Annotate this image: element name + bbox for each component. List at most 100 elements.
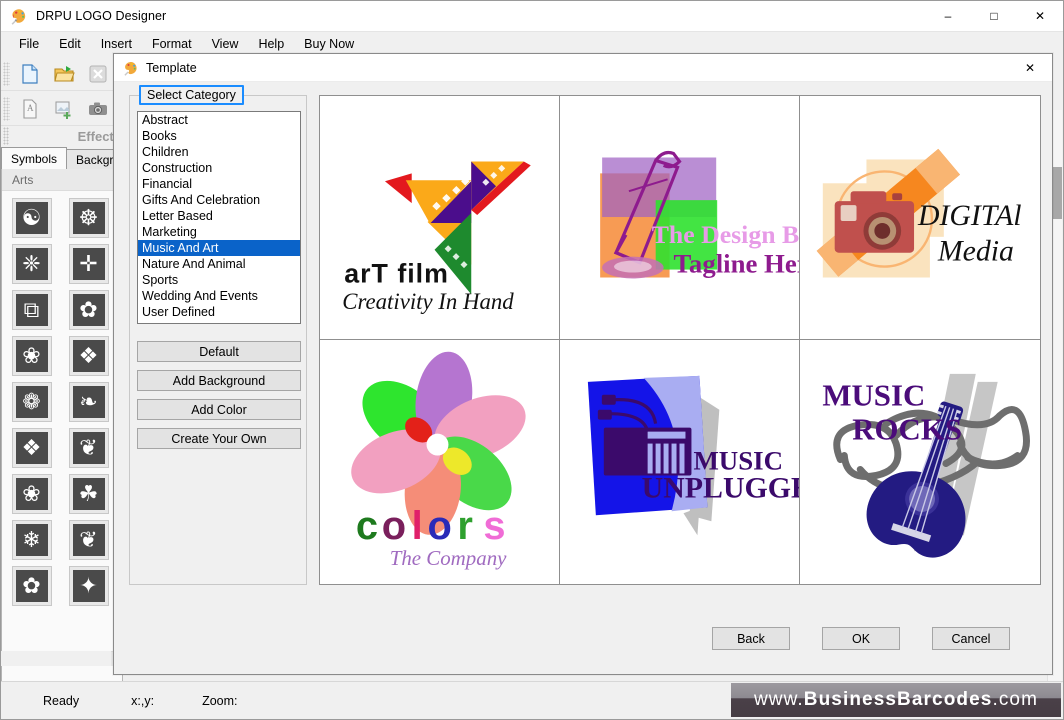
effects-panel-label: Effects — [77, 128, 121, 144]
category-item-nature-and-animal[interactable]: Nature And Animal — [138, 256, 300, 272]
symbol-item[interactable]: ❄ — [4, 517, 59, 563]
symbol-glyph-icon: ❖ — [11, 428, 52, 468]
template-thumbnail-music-rocks[interactable]: MUSIC ROCKS — [800, 340, 1040, 584]
symbol-item[interactable]: ✛ — [61, 241, 116, 287]
symbol-glyph-icon: ✿ — [11, 566, 52, 606]
brand-main: BusinessBarcodes — [803, 689, 993, 710]
menu-help[interactable]: Help — [248, 34, 294, 54]
menu-edit[interactable]: Edit — [49, 34, 91, 54]
symbol-item[interactable]: ⧉ — [4, 287, 59, 333]
menu-view[interactable]: View — [202, 34, 249, 54]
symbol-item[interactable]: ❦ — [61, 517, 116, 563]
music-unplugged-logo: MUSIC UNPLUGGED — [587, 375, 799, 536]
symbol-glyph-icon: ⧉ — [11, 290, 52, 330]
category-item-gifts-and-celebration[interactable]: Gifts And Celebration — [138, 192, 300, 208]
art-film-logo: arT film Creativity In Hand — [342, 161, 531, 314]
symbol-item[interactable]: ☯ — [4, 195, 59, 241]
tab-symbols[interactable]: Symbols — [1, 147, 68, 170]
dialog-close-button[interactable]: ✕ — [1008, 54, 1052, 82]
template-thumbnail-digital-media[interactable]: DIGITAl Media — [800, 96, 1040, 340]
symbol-glyph-icon: ✛ — [68, 244, 109, 284]
symbol-item[interactable]: ❖ — [61, 333, 116, 379]
template-dialog: Template ✕ Select Category Abstract Book… — [113, 53, 1053, 675]
create-your-own-button[interactable]: Create Your Own — [137, 428, 301, 449]
svg-text:The Company: The Company — [390, 546, 507, 570]
add-color-button[interactable]: Add Color — [137, 399, 301, 420]
new-document-icon[interactable] — [15, 59, 45, 89]
add-background-button[interactable]: Add Background — [137, 370, 301, 391]
symbol-glyph-icon: ❧ — [68, 382, 109, 422]
symbol-item[interactable]: ❖ — [4, 425, 59, 471]
cancel-button[interactable]: Cancel — [932, 627, 1010, 650]
category-item-music-and-art[interactable]: Music And Art — [138, 240, 300, 256]
svg-text:MUSIC: MUSIC — [822, 378, 925, 413]
status-zoom-label: Zoom: — [202, 693, 238, 708]
symbol-glyph-icon: ❄ — [11, 520, 52, 560]
svg-text:arT film: arT film — [344, 258, 449, 288]
brand-prefix: www. — [753, 689, 804, 710]
svg-text:Tagline Here: Tagline Here — [674, 249, 799, 279]
symbol-item[interactable]: ✿ — [61, 287, 116, 333]
menu-format[interactable]: Format — [142, 34, 202, 54]
close-document-icon[interactable] — [83, 59, 113, 89]
symbol-item[interactable]: ❈ — [4, 241, 59, 287]
category-item-user-defined[interactable]: User Defined — [138, 304, 300, 320]
camera-icon[interactable] — [83, 94, 113, 124]
symbol-item[interactable]: ❦ — [61, 425, 116, 471]
category-listbox[interactable]: Abstract Books Children Construction Fin… — [137, 111, 301, 324]
template-thumbnail-music-unplugged[interactable]: MUSIC UNPLUGGED — [560, 340, 800, 584]
digital-media-logo: DIGITAl Media — [816, 148, 1022, 278]
symbol-item[interactable]: ☘ — [61, 471, 116, 517]
toolbar-grip-icon[interactable] — [3, 96, 10, 121]
svg-text:The Design Bag: The Design Bag — [652, 220, 799, 249]
template-gallery: arT film Creativity In Hand The Design B… — [319, 95, 1041, 585]
menu-file[interactable]: File — [9, 34, 49, 54]
insert-image-icon[interactable] — [49, 94, 79, 124]
minimize-button[interactable]: – — [925, 1, 971, 32]
symbol-item[interactable]: ❀ — [4, 333, 59, 379]
svg-text:A: A — [27, 103, 34, 113]
category-item-construction[interactable]: Construction — [138, 160, 300, 176]
symbol-glyph-icon: ❀ — [11, 336, 52, 376]
template-thumbnail-art-film[interactable]: arT film Creativity In Hand — [320, 96, 560, 340]
symbol-glyph-icon: ☸ — [68, 198, 109, 238]
category-item-letter-based[interactable]: Letter Based — [138, 208, 300, 224]
svg-text:o: o — [382, 504, 406, 548]
symbol-item[interactable]: ☸ — [61, 195, 116, 241]
template-thumbnail-colors[interactable]: c o l o r s The Company — [320, 340, 560, 584]
select-category-group: Select Category Abstract Books Children … — [129, 85, 307, 585]
menu-insert[interactable]: Insert — [91, 34, 142, 54]
close-button[interactable]: ✕ — [1017, 1, 1063, 32]
window-controls: – □ ✕ — [925, 1, 1063, 32]
back-button[interactable]: Back — [712, 627, 790, 650]
symbols-section-header: Arts — [2, 169, 122, 191]
symbol-item[interactable]: ❧ — [61, 379, 116, 425]
ok-button[interactable]: OK — [822, 627, 900, 650]
svg-text:l: l — [412, 504, 423, 548]
dialog-titlebar: Template ✕ — [114, 54, 1052, 82]
category-item-books[interactable]: Books — [138, 128, 300, 144]
category-item-abstract[interactable]: Abstract — [138, 112, 300, 128]
default-button[interactable]: Default — [137, 341, 301, 362]
category-item-children[interactable]: Children — [138, 144, 300, 160]
open-folder-icon[interactable] — [49, 59, 79, 89]
toolbar-grip-icon[interactable] — [3, 61, 10, 86]
template-thumbnail-design-bag[interactable]: The Design Bag Tagline Here — [560, 96, 800, 340]
category-item-financial[interactable]: Financial — [138, 176, 300, 192]
text-document-icon[interactable]: A — [15, 94, 45, 124]
svg-text:r: r — [457, 504, 473, 548]
menu-buy-now[interactable]: Buy Now — [294, 34, 364, 54]
symbol-item[interactable]: ✦ — [61, 563, 116, 609]
category-item-wedding-and-events[interactable]: Wedding And Events — [138, 288, 300, 304]
symbol-glyph-icon: ☯ — [11, 198, 52, 238]
symbol-item[interactable]: ❁ — [4, 379, 59, 425]
dialog-body: Select Category Abstract Books Children … — [114, 82, 1052, 674]
category-item-sports[interactable]: Sports — [138, 272, 300, 288]
maximize-button[interactable]: □ — [971, 1, 1017, 32]
symbol-item[interactable]: ✿ — [4, 563, 59, 609]
category-item-marketing[interactable]: Marketing — [138, 224, 300, 240]
svg-text:Media: Media — [937, 235, 1014, 268]
window-title: DRPU LOGO Designer — [36, 9, 167, 23]
symbol-item[interactable]: ❀ — [4, 471, 59, 517]
colors-logo: c o l o r s The Company — [351, 351, 526, 570]
